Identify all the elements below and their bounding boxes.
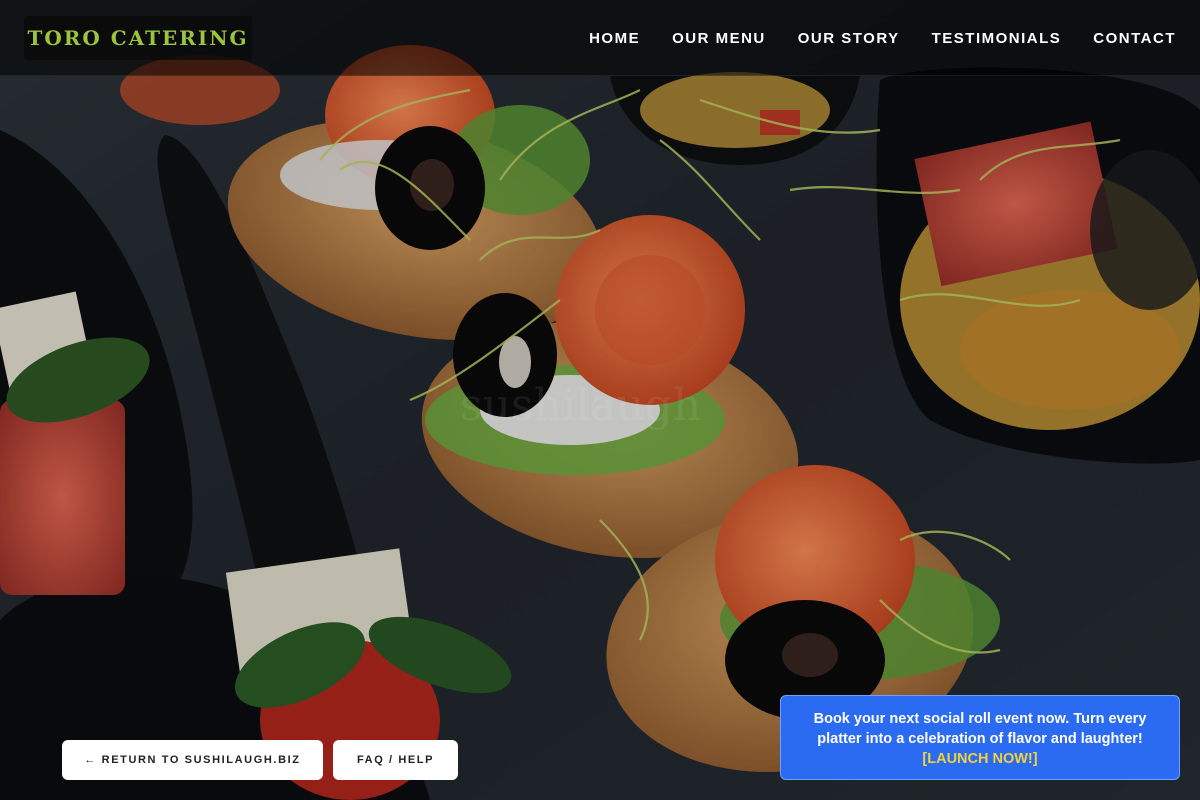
logo-text: TORO CATERING (27, 26, 249, 50)
promo-text: Book your next social roll event now. Tu… (813, 711, 1147, 747)
return-to-site-button[interactable]: ← RETURN TO SUSHILAUGH.BIZ (62, 740, 323, 780)
nav-our-menu[interactable]: OUR MENU (672, 30, 766, 47)
hero-background: sushilaugh (0, 0, 1200, 800)
faq-help-button[interactable]: FAQ / HELP (333, 740, 458, 780)
promo-banner: Book your next social roll event now. Tu… (780, 695, 1180, 780)
launch-now-link[interactable]: [LAUNCH NOW!] (922, 749, 1037, 769)
watermark-text: sushilaugh (460, 380, 702, 431)
site-logo[interactable]: TORO CATERING (24, 16, 252, 60)
main-nav: HOME OUR MENU OUR STORY TESTIMONIALS CON… (589, 0, 1176, 76)
nav-testimonials[interactable]: TESTIMONIALS (932, 30, 1062, 47)
top-navbar: TORO CATERING HOME OUR MENU OUR STORY TE… (0, 0, 1200, 76)
nav-our-story[interactable]: OUR STORY (798, 30, 900, 47)
nav-home[interactable]: HOME (589, 30, 640, 47)
nav-contact[interactable]: CONTACT (1093, 30, 1176, 47)
